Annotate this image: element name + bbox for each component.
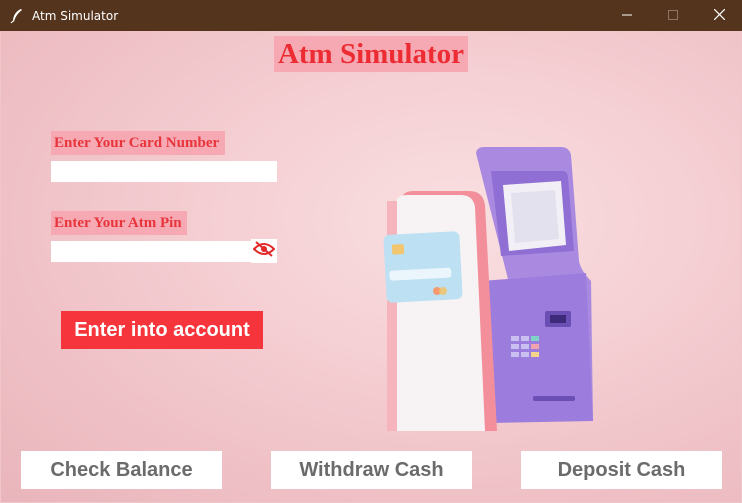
minimize-icon	[622, 7, 632, 25]
withdraw-cash-button[interactable]: Withdraw Cash	[271, 451, 472, 489]
keypad-icon	[511, 336, 539, 357]
maximize-icon	[668, 7, 678, 25]
close-button[interactable]	[696, 0, 742, 31]
close-icon	[713, 7, 725, 25]
deposit-cash-button[interactable]: Deposit Cash	[521, 451, 722, 489]
page-title: Atm Simulator	[274, 36, 468, 72]
window-title: Atm Simulator	[32, 8, 119, 23]
maximize-button[interactable]	[650, 0, 696, 31]
main-panel: Atm Simulator Enter Your Card Number Ent…	[1, 31, 741, 502]
enter-account-button[interactable]: Enter into account	[61, 311, 263, 349]
credit-card-icon	[383, 231, 463, 303]
atm-pin-label: Enter Your Atm Pin	[51, 211, 187, 235]
eye-off-icon	[252, 240, 276, 262]
feather-icon	[10, 8, 24, 24]
window-titlebar: Atm Simulator	[0, 0, 742, 31]
atm-pin-input[interactable]	[51, 241, 251, 262]
minimize-button[interactable]	[604, 0, 650, 31]
check-balance-button[interactable]: Check Balance	[21, 451, 222, 489]
atm-illustration	[383, 147, 593, 431]
card-number-label: Enter Your Card Number	[51, 131, 225, 155]
card-number-input[interactable]	[51, 161, 277, 182]
toggle-pin-visibility-button[interactable]	[251, 239, 277, 263]
